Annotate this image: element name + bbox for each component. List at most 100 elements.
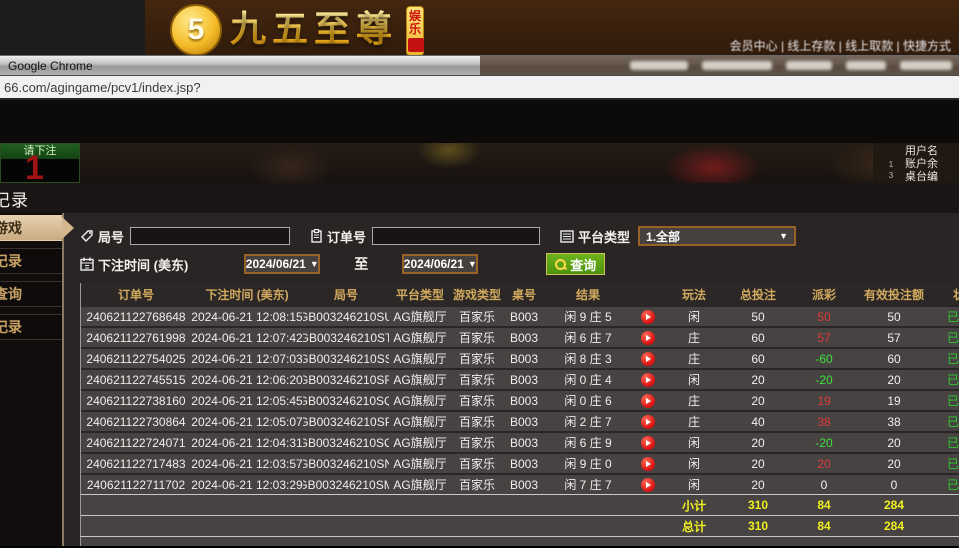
titlebar-overlay — [480, 56, 959, 75]
cell-platform: AG旗舰厅 — [389, 391, 451, 410]
cell-result: 闲 6 庄 9 — [545, 433, 631, 452]
site-banner: 5 九五至尊 娱乐 会员中心 | 线上存款 | 线上取款 | 快捷方式 — [0, 0, 959, 55]
col-header-valid-bet: 有效投注额 — [855, 283, 933, 305]
cell-bet-time: 2024-06-21 12:05:07 — [191, 412, 303, 431]
filter-form: 局号 订单号 平台类型 1.全部 ▼ — [64, 213, 959, 277]
cell-status: 已派彩 — [933, 370, 959, 389]
cell-round-no: GB003246210SU — [303, 307, 389, 326]
table-row: 240621122761998 2024-06-21 12:07:42 GB00… — [81, 326, 959, 347]
cell-bet-time: 2024-06-21 12:06:20 — [191, 370, 303, 389]
cell-round-no: GB003246210SM — [303, 475, 389, 494]
play-replay-icon[interactable] — [641, 331, 655, 345]
play-replay-icon[interactable] — [641, 478, 655, 492]
play-replay-icon[interactable] — [641, 310, 655, 324]
col-header-result: 结果 — [545, 283, 631, 305]
cell-order-no: 240621122761998 — [81, 328, 191, 347]
col-header-payout: 派彩 — [793, 283, 855, 305]
play-replay-icon[interactable] — [641, 415, 655, 429]
sidebar-item[interactable]: 查询 — [0, 281, 62, 307]
cell-platform: AG旗舰厅 — [389, 370, 451, 389]
cell-order-no: 240621122745515 — [81, 370, 191, 389]
bet-records-table: 订单号 下注时间 (美东) 局号 平台类型 游戏类型 桌号 结果 玩法 总投注 … — [80, 283, 959, 536]
cell-status: 已派彩 — [933, 391, 959, 410]
cell-platform: AG旗舰厅 — [389, 328, 451, 347]
cell-valid-bet: 20 — [855, 433, 933, 452]
live-dealer-video[interactable] — [80, 143, 959, 183]
play-replay-icon[interactable] — [641, 457, 655, 471]
cell-valid-bet: 38 — [855, 412, 933, 431]
sidebar-item[interactable]: 记录 — [0, 314, 62, 340]
play-replay-icon[interactable] — [641, 436, 655, 450]
blurred-nav-blob — [702, 61, 772, 70]
cell-valid-bet: 20 — [855, 370, 933, 389]
cell-round-no: GB003246210SQ — [303, 391, 389, 410]
cell-total-bet: 60 — [723, 349, 793, 368]
table-row: 240621122738160 2024-06-21 12:05:45 GB00… — [81, 389, 959, 410]
countdown-number: 1 — [25, 152, 44, 184]
table-row: 240621122754025 2024-06-21 12:07:03 GB00… — [81, 347, 959, 368]
cell-table-no: B003 — [503, 475, 545, 494]
cell-order-no: 240621122730864 — [81, 412, 191, 431]
sidebar-item-label: 游戏 — [0, 220, 22, 236]
cell-bet-time: 2024-06-21 12:04:31 — [191, 433, 303, 452]
cell-bet-side: 闲 — [665, 454, 723, 473]
sidebar-item[interactable]: 记录 — [0, 248, 62, 274]
table-row: 240621122717483 2024-06-21 12:03:57 GB00… — [81, 452, 959, 473]
badge-red-seal — [408, 38, 424, 52]
platform-select[interactable]: 1.全部 ▼ — [638, 226, 796, 246]
cell-total-bet: 20 — [723, 454, 793, 473]
cell-table-no: B003 — [503, 391, 545, 410]
game-no-input[interactable] — [130, 227, 290, 245]
col-header-table-no: 桌号 — [503, 283, 545, 305]
coin-logo-icon: 5 — [170, 4, 222, 55]
table-no-label: 桌台编 — [905, 171, 959, 181]
cell-result: 闲 0 庄 4 — [545, 370, 631, 389]
page-title: 记录 — [0, 186, 29, 211]
url-bar[interactable]: 66.com/agingame/pcv1/index.jsp? — [0, 76, 959, 100]
date-to-value: 2024/06/21 — [404, 257, 464, 271]
grand-total-label: 总计 — [665, 516, 723, 536]
play-replay-icon[interactable] — [641, 373, 655, 387]
search-button[interactable]: 查询 — [546, 253, 605, 275]
cell-valid-bet: 0 — [855, 475, 933, 494]
cell-valid-bet: 19 — [855, 391, 933, 410]
grand-total-valid-bet: 284 — [855, 516, 933, 536]
cell-total-bet: 20 — [723, 475, 793, 494]
chevron-down-icon: ▼ — [310, 259, 319, 269]
blurred-nav-blob — [630, 61, 688, 70]
cell-table-no: B003 — [503, 454, 545, 473]
cell-order-no: 240621122711702 — [81, 475, 191, 494]
play-replay-icon[interactable] — [641, 394, 655, 408]
col-header-total-bet: 总投注 — [723, 283, 793, 305]
badge-text: 娱乐 — [409, 9, 421, 36]
cell-status: 已派彩 — [933, 349, 959, 368]
date-to-select[interactable]: 2024/06/21 ▼ — [402, 254, 478, 274]
cell-status: 已派彩 — [933, 433, 959, 452]
cell-bet-side: 庄 — [665, 328, 723, 347]
sidebar-item-label: 记录 — [0, 253, 22, 269]
url-text[interactable]: 66.com/agingame/pcv1/index.jsp? — [0, 80, 201, 95]
top-nav-links[interactable]: 会员中心 | 线上存款 | 线上取款 | 快捷方式 — [730, 37, 951, 54]
cell-total-bet: 50 — [723, 307, 793, 326]
order-no-input[interactable] — [372, 227, 540, 245]
cell-valid-bet: 20 — [855, 454, 933, 473]
subtotal-valid-bet: 284 — [855, 495, 933, 515]
cell-status: 已派彩 — [933, 454, 959, 473]
clipboard-icon — [310, 229, 323, 243]
sidebar-item[interactable]: 游戏 — [0, 215, 62, 241]
platform-selected-value: 1.全部 — [646, 228, 680, 245]
date-from-select[interactable]: 2024/06/21 ▼ — [244, 254, 320, 274]
cell-table-no: B003 — [503, 328, 545, 347]
cell-total-bet: 20 — [723, 370, 793, 389]
cell-payout: 50 — [793, 307, 855, 326]
col-header-order-no: 订单号 — [81, 283, 191, 305]
play-replay-icon[interactable] — [641, 352, 655, 366]
date-from-value: 2024/06/21 — [246, 257, 306, 271]
col-header-platform: 平台类型 — [389, 283, 451, 305]
cell-result: 闲 9 庄 5 — [545, 307, 631, 326]
cell-bet-side: 庄 — [665, 349, 723, 368]
col-header-round-no: 局号 — [303, 283, 389, 305]
cell-bet-time: 2024-06-21 12:03:57 — [191, 454, 303, 473]
game-no-label: 局号 — [98, 227, 124, 246]
blurred-nav-blob — [786, 61, 832, 70]
